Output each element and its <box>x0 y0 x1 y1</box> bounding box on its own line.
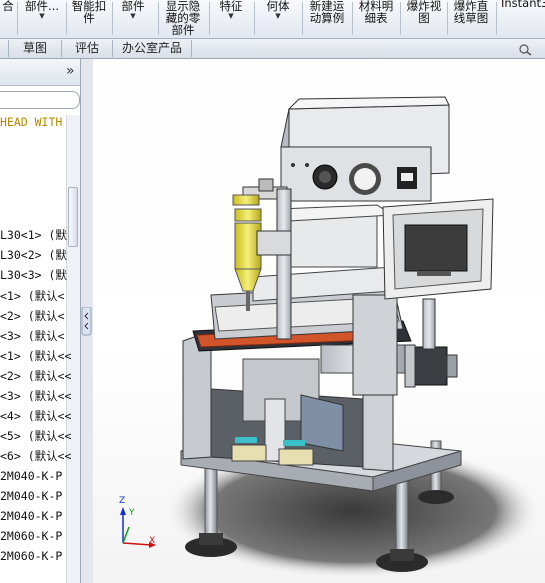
ribbon-button-smart-fasteners[interactable]: 智能扣 件 <box>68 0 110 24</box>
ribbon-button-bill-of-materials[interactable]: 材料明 细表 <box>355 0 397 24</box>
tab-label: 办公室产品 <box>121 41 182 55</box>
tree-item-component[interactable]: 2M040-K-P <box>0 467 62 485</box>
tab-label: 草图 <box>22 41 47 55</box>
machine-model-render <box>120 96 543 579</box>
ribbon-button-new-motion-study[interactable]: 新建运 动算例 <box>306 0 348 24</box>
tree-item-component[interactable]: 2M060-K-P <box>0 547 62 565</box>
ribbon-button-exploded-view[interactable]: 爆炸视 图 <box>403 0 445 24</box>
ribbon-divider <box>302 2 303 35</box>
ribbon-button-component-pattern[interactable]: 部件 ▼ <box>116 0 150 20</box>
dropdown-arrow-icon[interactable]: ▼ <box>258 12 298 20</box>
ribbon-divider <box>352 2 353 35</box>
collapse-panel-icon[interactable]: » <box>66 63 75 79</box>
control-box <box>280 96 450 220</box>
tree-item-component[interactable]: L30<1> (默 <box>0 226 67 244</box>
tree-item-component[interactable]: L30<3> (默 <box>0 266 67 284</box>
scrollbar-thumb[interactable] <box>68 187 78 247</box>
triad-z-label: Z <box>119 496 126 506</box>
top-level-assembly-name[interactable]: HEAD WITH <box>0 113 66 131</box>
ribbon-button-show-hidden-components[interactable]: 显示隐 藏的零 部件 <box>160 0 206 36</box>
tree-item-component[interactable]: 2M040-K-P <box>0 487 62 505</box>
splitter-grip-icon[interactable] <box>81 307 93 337</box>
tab-sketch[interactable]: 草图 <box>9 40 62 57</box>
command-manager-ribbon: 合 部件... ▼ 智能扣 件 部件 ▼ 显示隐 藏的零 部件 特征 ▼ 何体 ▼ 新建… <box>0 0 545 39</box>
ribbon-divider <box>112 2 113 35</box>
dropdown-arrow-icon[interactable]: ▼ <box>212 12 250 20</box>
tree-item-component[interactable]: <2> (默认< <box>0 307 65 325</box>
tree-item-component[interactable]: L30<2> (默 <box>0 246 67 264</box>
tree-item-component[interactable]: <2> (默认<< <box>0 367 71 385</box>
dropdown-arrow-icon[interactable]: ▼ <box>20 12 64 20</box>
tree-item-component[interactable]: <6> (默认<< <box>0 447 71 465</box>
tree-item-component[interactable]: 2M040-K-P <box>0 507 62 525</box>
tab-assembly-partial[interactable] <box>0 40 9 57</box>
ribbon-divider <box>158 2 159 35</box>
tab-office-products[interactable]: 办公室产品 <box>113 40 192 57</box>
ribbon-divider <box>447 2 448 35</box>
ribbon-button-instant3d[interactable]: Instant3D <box>501 0 545 9</box>
ribbon-label: 显示隐 藏的零 部件 <box>165 0 201 37</box>
dropdown-arrow-icon[interactable]: ▼ <box>116 12 150 20</box>
panel-splitter[interactable] <box>81 59 93 583</box>
ribbon-label: 爆炸直 线草图 <box>453 0 489 25</box>
ribbon-divider <box>400 2 401 35</box>
tree-item-component[interactable]: <3> (默认< <box>0 327 65 345</box>
tree-item-component[interactable]: <1> (默认< <box>0 287 65 305</box>
tree-filter-input[interactable] <box>0 91 80 109</box>
ribbon-label: Instant3D <box>501 0 545 10</box>
ribbon-divider <box>496 2 497 35</box>
ribbon-label: 材料明 细表 <box>358 0 394 25</box>
tree-item-component[interactable]: <5> (默认<< <box>0 427 71 445</box>
command-tabs: 草图 评估 办公室产品 <box>0 39 545 59</box>
ribbon-divider <box>209 2 210 35</box>
ribbon-label: 智能扣 件 <box>71 0 107 25</box>
triad-x-label: X <box>149 536 156 546</box>
panel-tabs-header: » <box>0 59 80 86</box>
tree-item-component[interactable]: <4> (默认<< <box>0 407 71 425</box>
graphics-viewport[interactable]: Z Y X <box>93 59 545 583</box>
ribbon-divider <box>17 2 18 35</box>
ribbon-divider <box>254 2 255 35</box>
ribbon-label: 合 <box>2 0 14 13</box>
tree-item-component[interactable]: <3> (默认<< <box>0 387 71 405</box>
tab-label: 评估 <box>74 41 99 55</box>
feature-manager-panel: » HEAD WITH ▲ L30<1> (默L30<2> (默L30<3> (… <box>0 59 81 583</box>
tree-item-component[interactable]: 2M060-K-P <box>0 527 62 545</box>
view-toolbar-icon[interactable] <box>518 42 532 56</box>
ribbon-button-assembly-features[interactable]: 特征 ▼ <box>212 0 250 20</box>
ribbon-divider <box>66 2 67 35</box>
tree-item-component[interactable]: <1> (默认<< <box>0 347 71 365</box>
ribbon-button-reference-geometry[interactable]: 何体 ▼ <box>258 0 298 20</box>
ribbon-button-assembly[interactable]: 合 <box>0 0 16 12</box>
tab-evaluate[interactable]: 评估 <box>62 40 113 57</box>
ribbon-button-explode-line-sketch[interactable]: 爆炸直 线草图 <box>449 0 493 24</box>
ribbon-button-insert-components[interactable]: 部件... ▼ <box>20 0 64 20</box>
ribbon-label: 爆炸视 图 <box>406 0 442 25</box>
ribbon-label: 新建运 动算例 <box>309 0 345 25</box>
triad-y-label: Y <box>129 508 135 518</box>
